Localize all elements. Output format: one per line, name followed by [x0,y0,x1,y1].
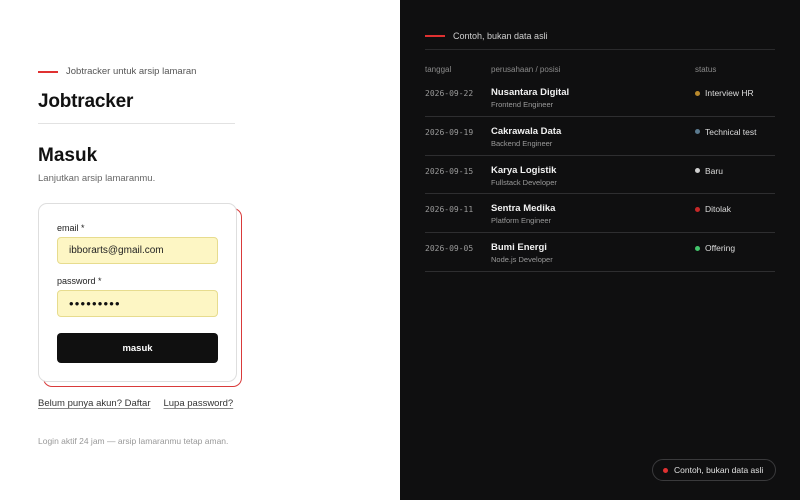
table-row: 2026-09-19 Cakrawala Data Backend Engine… [425,117,775,156]
row-company: Karya Logistik [491,164,557,176]
status-text: Baru [705,165,723,176]
row-date: 2026-09-15 [425,166,474,176]
accent-line [38,70,58,73]
row-date: 2026-09-11 [425,205,474,215]
email-label: email * [57,223,85,233]
page-title: Masuk [38,145,98,166]
row-date: 2026-09-19 [425,127,474,137]
row-date: 2026-09-22 [425,89,474,98]
accent-line [425,35,445,37]
badge-text: Contoh, bukan data asli [674,465,764,475]
row-company: Nusantara Digital [491,87,570,98]
row-role: Platform Engineer [491,216,552,226]
preview-eyebrow: Contoh, bukan data asli [425,31,548,41]
column-header-date: tanggal [425,65,452,74]
column-header-company: perusahaan / posisi [491,65,561,74]
row-role: Fullstack Developer [491,177,557,187]
status-text: Offering [705,243,736,254]
row-status: Offering [695,243,735,253]
register-link[interactable]: Belum punya akun? Daftar [38,398,150,409]
row-company: Bumi Energi [491,242,547,254]
row-status: Baru [695,166,723,176]
row-date: 2026-09-05 [425,244,474,254]
status-dot-icon [695,129,700,135]
forgot-password-link[interactable]: Lupa password? [163,398,233,409]
row-status: Ditolak [695,204,731,214]
page-subtitle: Lanjutkan arsip lamaranmu. [38,173,156,184]
status-dot-icon [695,245,700,251]
preview-eyebrow-text: Contoh, bukan data asli [453,31,548,41]
row-role: Backend Engineer [491,138,553,148]
status-text: Technical test [705,126,757,137]
brand-title: Jobtracker [38,91,134,112]
table-header: tanggal perusahaan / posisi status [425,65,775,77]
login-button[interactable]: masuk [57,333,218,363]
row-status: Interview HR [695,88,754,98]
brand-eyebrow: Jobtracker untuk arsip lamaran [38,66,196,77]
divider [425,49,775,50]
table-row: 2026-09-22 Nusantara Digital Frontend En… [425,78,775,117]
password-label: password * [57,276,102,286]
login-panel: Jobtracker untuk arsip lamaran Jobtracke… [0,0,400,500]
status-dot-icon [695,206,700,212]
email-field[interactable]: ibborarts@gmail.com [57,237,218,264]
login-form-card: email * ibborarts@gmail.com password * •… [38,203,237,382]
application-table: 2026-09-22 Nusantara Digital Frontend En… [425,78,775,272]
table-row: 2026-09-05 Bumi Energi Node.js Developer… [425,233,775,272]
row-status: Technical test [695,127,757,137]
auth-links: Belum punya akun? Daftar Lupa password? [38,398,233,409]
row-role: Frontend Engineer [491,100,554,109]
eyebrow-text: Jobtracker untuk arsip lamaran [66,66,197,77]
status-text: Interview HR [705,88,754,98]
row-company: Cakrawala Data [491,125,562,137]
table-row: 2026-09-15 Karya Logistik Fullstack Deve… [425,156,775,195]
row-company: Sentra Medika [491,203,556,215]
status-dot-icon [695,168,700,174]
column-header-status: status [695,65,717,74]
divider [38,123,235,124]
row-role: Node.js Developer [491,255,553,265]
status-dot-icon [695,90,700,96]
table-row: 2026-09-11 Sentra Medika Platform Engine… [425,194,775,234]
badge-dot-icon [663,467,668,473]
password-field[interactable]: ••••••••• [57,290,218,317]
sample-data-badge: Contoh, bukan data asli [652,459,776,481]
sample-preview-panel: Contoh, bukan data asli tanggal perusaha… [400,0,800,500]
status-text: Ditolak [705,204,731,215]
session-footnote: Login aktif 24 jam — arsip lamaranmu tet… [38,436,229,446]
